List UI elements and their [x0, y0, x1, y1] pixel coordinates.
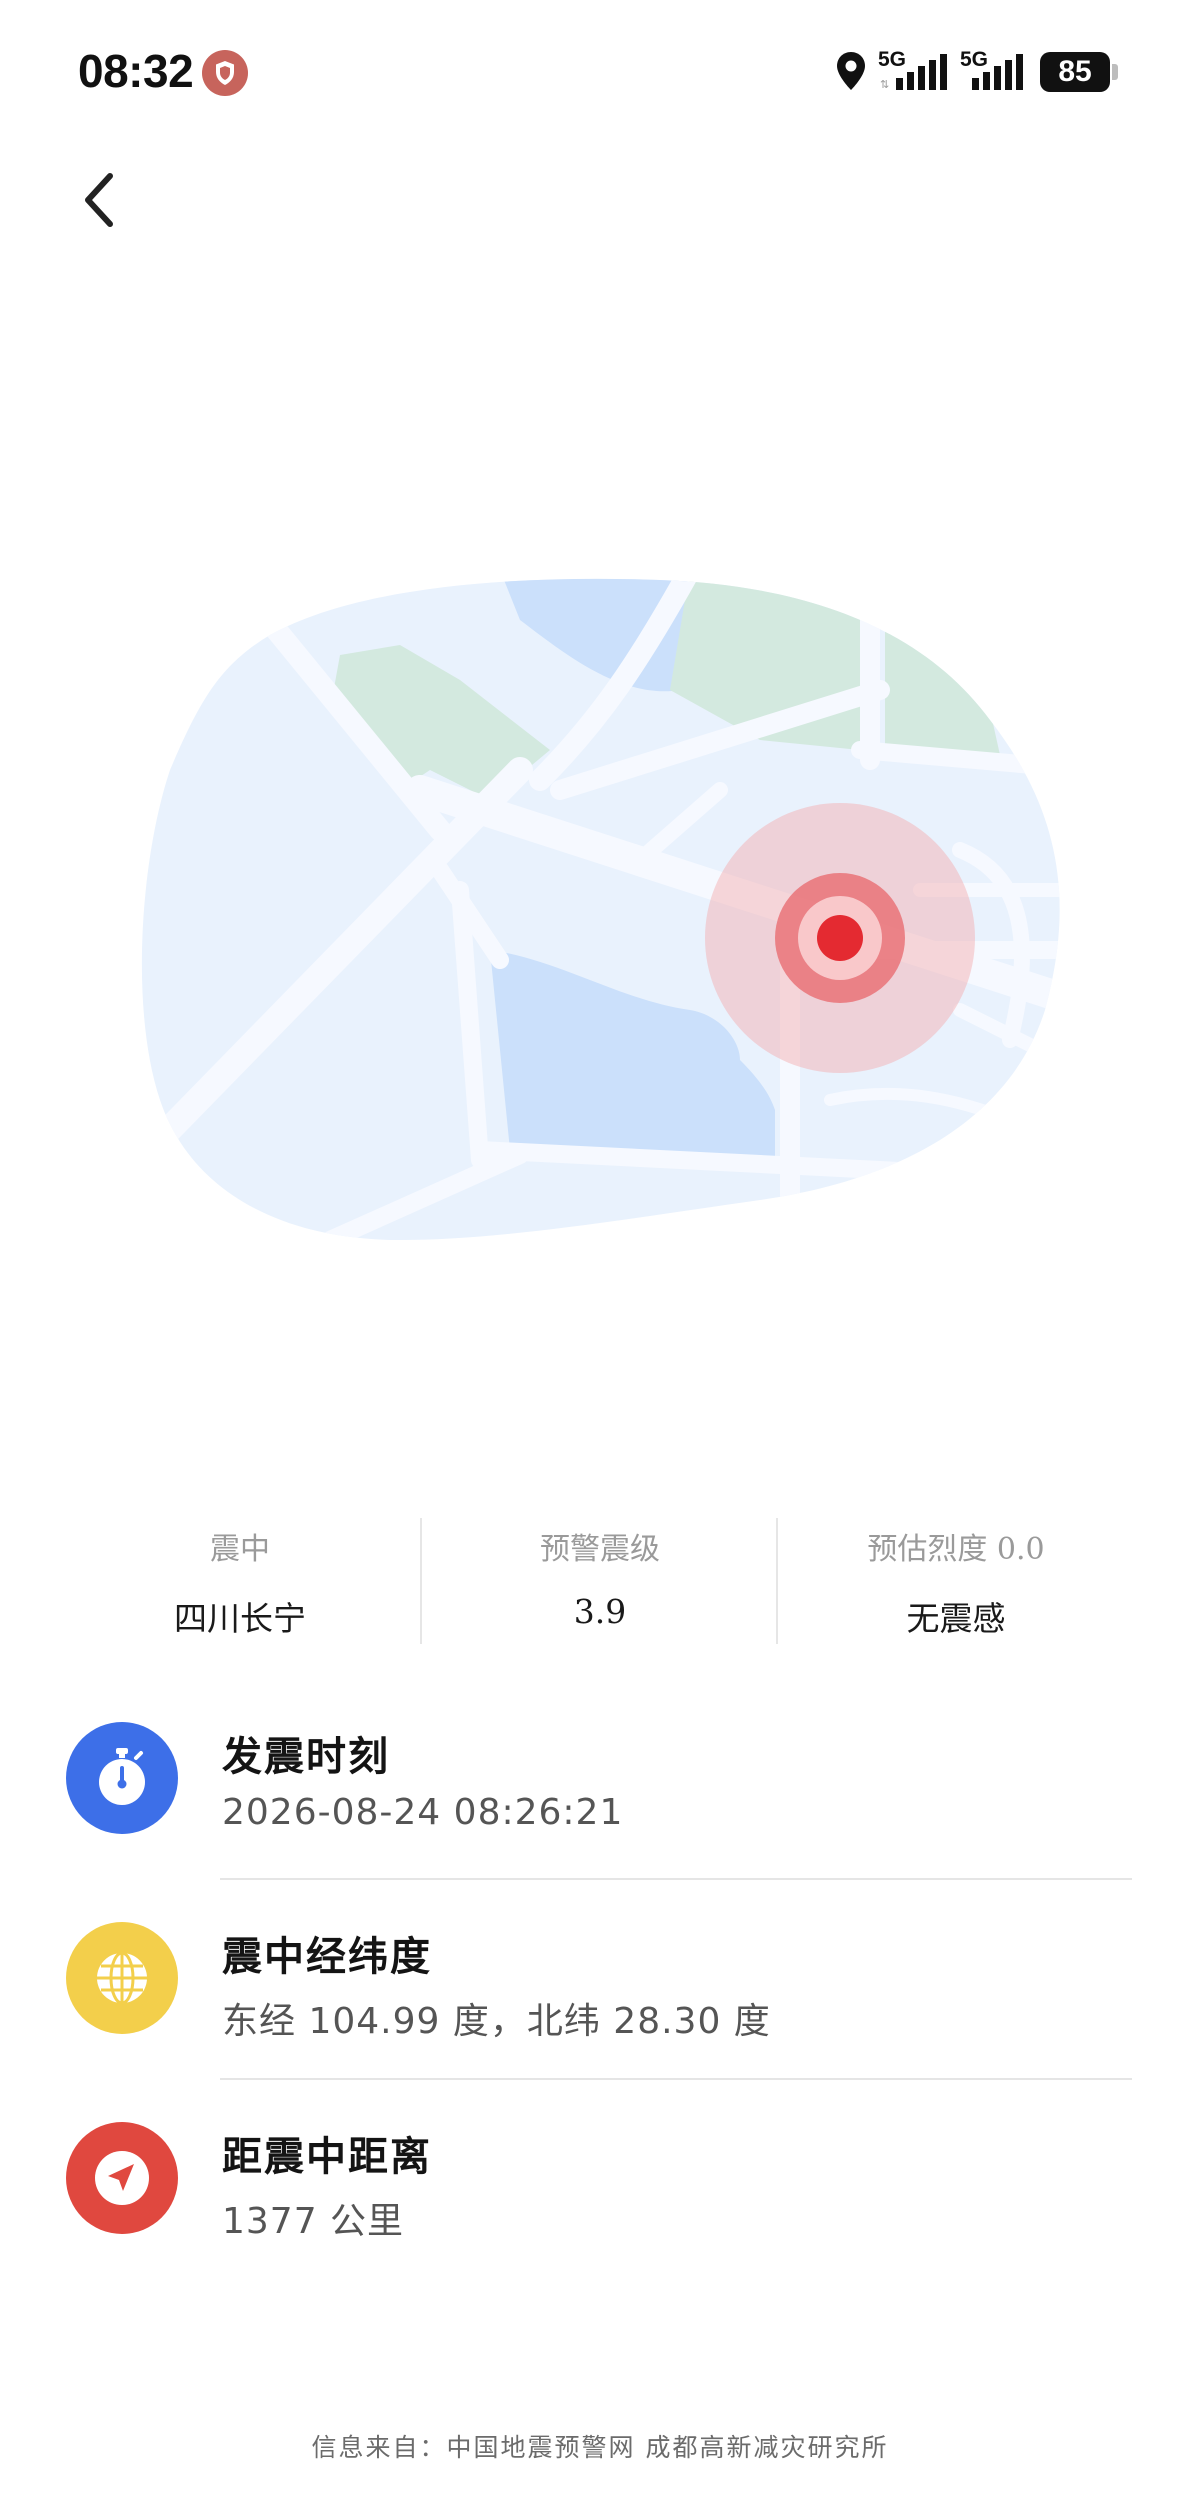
stat-intensity: 预估烈度 0.0 无震感 — [778, 1510, 1134, 1645]
chevron-left-icon — [85, 173, 113, 227]
map-illustration — [141, 578, 1060, 1240]
signal-bars-icon: ⇅ — [880, 54, 947, 91]
navigation-arrow-icon — [66, 2122, 178, 2234]
battery-indicator: 85 — [1040, 52, 1120, 92]
signal-5g-1: 5G ⇅ — [878, 48, 950, 98]
row-separator — [220, 2078, 1132, 2080]
status-time: 08:32 — [78, 45, 194, 97]
stat-label: 预警震级 — [540, 1532, 660, 1567]
signal-bars-icon — [972, 54, 1023, 90]
stat-value: 无震感 — [906, 1599, 1006, 1638]
stat-value: 四川长宁 — [174, 1599, 306, 1638]
stat-label: 预估烈度 0.0 — [867, 1532, 1045, 1567]
epicenter-marker-icon — [817, 915, 863, 961]
info-row-time: 发震时刻 2026-08-24 08:26:21 — [0, 1700, 1200, 1900]
stat-value: 3.9 — [573, 1592, 627, 1631]
divider — [776, 1518, 778, 1644]
stats-row: 震中 四川长宁 预警震级 3.9 预估烈度 0.0 无震感 — [0, 1510, 1200, 1645]
info-row-coords: 震中经纬度 东经 104.99 度，北纬 28.30 度 — [0, 1900, 1200, 2100]
source-footer: 信息来自：中国地震预警网 成都高新减灾研究所 — [311, 2433, 889, 2462]
info-value: 东经 104.99 度，北纬 28.30 度 — [222, 2001, 771, 2042]
info-title: 震中经纬度 — [222, 1933, 432, 1980]
signal-5g-2: 5G — [960, 48, 1032, 98]
stat-label: 震中 — [210, 1532, 270, 1567]
stat-epicenter: 震中 四川长宁 — [62, 1510, 418, 1645]
divider — [420, 1518, 422, 1644]
location-icon — [837, 52, 865, 90]
globe-icon — [66, 1922, 178, 2034]
shield-icon — [202, 50, 248, 96]
back-button[interactable] — [70, 160, 130, 240]
info-title: 距震中距离 — [222, 2133, 432, 2180]
battery-level: 85 — [1058, 55, 1092, 88]
info-value: 2026-08-24 08:26:21 — [222, 1792, 624, 1833]
stat-magnitude: 预警震级 3.9 — [422, 1510, 778, 1645]
info-value: 1377 公里 — [222, 2201, 405, 2242]
status-bar: 08:32 5G ⇅ 5G 85 — [0, 0, 1200, 150]
battery-tip — [1112, 64, 1118, 80]
info-title: 发震时刻 — [222, 1733, 390, 1780]
info-row-distance: 距震中距离 1377 公里 — [0, 2100, 1200, 2300]
svg-text:⇅: ⇅ — [880, 79, 889, 91]
stopwatch-icon — [66, 1722, 178, 1834]
epicenter-map — [0, 540, 1200, 1260]
row-separator — [220, 1878, 1132, 1880]
